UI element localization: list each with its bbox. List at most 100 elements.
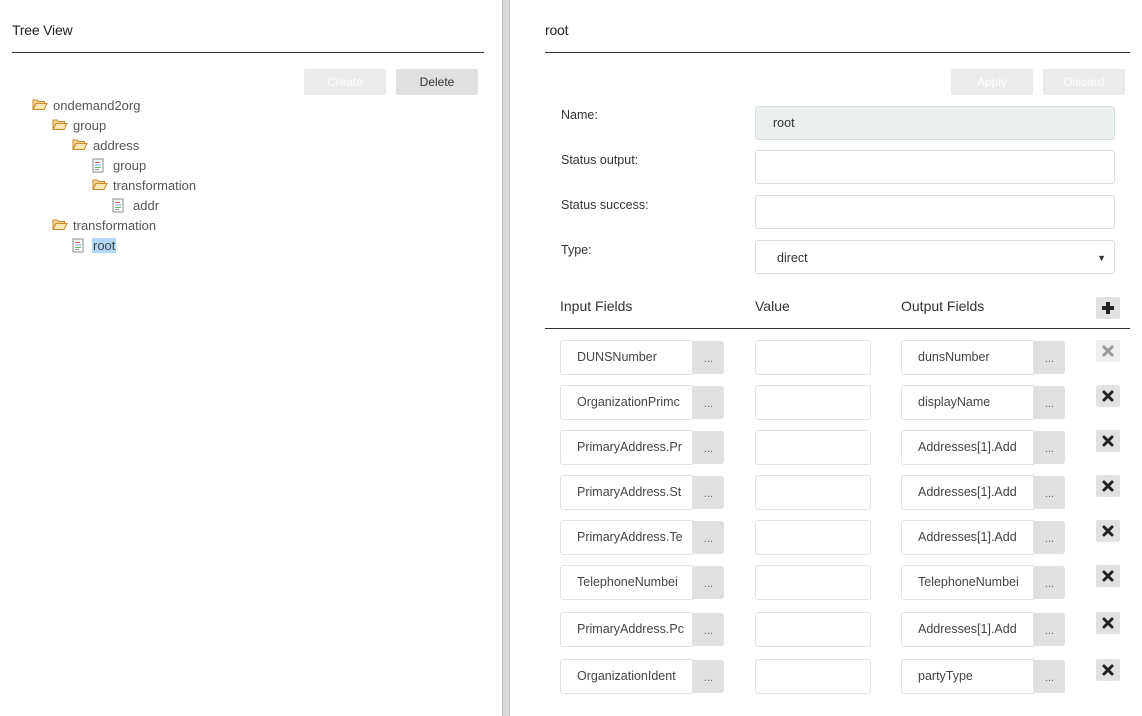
tree-node-label: transformation bbox=[73, 217, 157, 233]
output-field-browse-button[interactable]: ... bbox=[1034, 613, 1065, 646]
output-field-browse-button[interactable]: ... bbox=[1034, 521, 1065, 554]
delete-row-button[interactable] bbox=[1096, 430, 1120, 452]
value-field[interactable] bbox=[755, 385, 871, 420]
output-field-browse-button[interactable]: ... bbox=[1034, 341, 1065, 374]
input-field[interactable]: PrimaryAddress.St bbox=[560, 475, 693, 510]
tree-node-label: group bbox=[73, 117, 107, 133]
folder-open-icon bbox=[32, 98, 48, 112]
tree-node-label: root bbox=[92, 237, 117, 253]
field-mapping-row: PrimaryAddress.Pc... Addresses[1].Add... bbox=[510, 612, 1142, 647]
input-field[interactable]: PrimaryAddress.Pc bbox=[560, 612, 693, 647]
value-field[interactable] bbox=[755, 430, 871, 465]
value-field[interactable] bbox=[755, 612, 871, 647]
input-field[interactable]: PrimaryAddress.Te bbox=[560, 520, 693, 555]
output-field-browse-button[interactable]: ... bbox=[1034, 476, 1065, 509]
output-field[interactable]: Addresses[1].Add bbox=[901, 612, 1034, 647]
name-field[interactable]: root bbox=[755, 106, 1115, 140]
field-mapping-row: PrimaryAddress.Te... Addresses[1].Add... bbox=[510, 520, 1142, 555]
tree-node-document[interactable]: group bbox=[92, 156, 147, 174]
tree-node-document[interactable]: addr bbox=[112, 196, 160, 214]
folder-open-icon bbox=[52, 218, 68, 232]
field-mapping-row: PrimaryAddress.St... Addresses[1].Add... bbox=[510, 475, 1142, 510]
input-field-browse-button[interactable]: ... bbox=[693, 521, 724, 554]
input-field-browse-button[interactable]: ... bbox=[693, 476, 724, 509]
close-icon bbox=[1102, 345, 1114, 357]
input-field[interactable]: DUNSNumber bbox=[560, 340, 693, 375]
field-mapping-row: TelephoneNumbei... TelephoneNumbei... bbox=[510, 565, 1142, 600]
input-field-browse-button[interactable]: ... bbox=[693, 386, 724, 419]
status-output-field[interactable] bbox=[755, 150, 1115, 184]
tree-node-label: ondemand2org bbox=[53, 97, 141, 113]
tree-node-folder[interactable]: transformation bbox=[92, 176, 197, 194]
apply-button[interactable]: Apply bbox=[951, 69, 1033, 95]
type-select[interactable]: direct ▼ bbox=[755, 240, 1115, 274]
tree-node-label: addr bbox=[133, 197, 160, 213]
type-label: Type: bbox=[561, 243, 592, 257]
delete-button[interactable]: Delete bbox=[396, 69, 478, 95]
document-icon bbox=[92, 158, 108, 173]
delete-row-button[interactable] bbox=[1096, 340, 1120, 362]
output-field[interactable]: partyType bbox=[901, 659, 1034, 694]
value-field[interactable] bbox=[755, 659, 871, 694]
panel-splitter[interactable] bbox=[502, 0, 510, 716]
output-field-browse-button[interactable]: ... bbox=[1034, 660, 1065, 693]
output-field[interactable]: TelephoneNumbei bbox=[901, 565, 1034, 600]
folder-open-icon bbox=[52, 118, 68, 132]
output-field-browse-button[interactable]: ... bbox=[1034, 566, 1065, 599]
value-field[interactable] bbox=[755, 475, 871, 510]
output-field[interactable]: displayName bbox=[901, 385, 1034, 420]
value-field[interactable] bbox=[755, 565, 871, 600]
tree-node-folder[interactable]: group bbox=[52, 116, 107, 134]
delete-row-button[interactable] bbox=[1096, 385, 1120, 407]
status-success-label: Status success: bbox=[561, 198, 649, 212]
output-field-browse-button[interactable]: ... bbox=[1034, 431, 1065, 464]
tree-node-label: transformation bbox=[113, 177, 197, 193]
output-field[interactable]: Addresses[1].Add bbox=[901, 430, 1034, 465]
delete-row-button[interactable] bbox=[1096, 612, 1120, 634]
value-header: Value bbox=[755, 298, 790, 314]
field-mapping-row: PrimaryAddress.Pr... Addresses[1].Add... bbox=[510, 430, 1142, 465]
input-field-browse-button[interactable]: ... bbox=[693, 431, 724, 464]
input-field-browse-button[interactable]: ... bbox=[693, 341, 724, 374]
input-field[interactable]: OrganizationIdent bbox=[560, 659, 693, 694]
document-icon bbox=[112, 198, 128, 213]
delete-row-button[interactable] bbox=[1096, 659, 1120, 681]
delete-row-button[interactable] bbox=[1096, 475, 1120, 497]
input-field[interactable]: OrganizationPrimc bbox=[560, 385, 693, 420]
close-icon bbox=[1102, 435, 1114, 447]
close-icon bbox=[1102, 617, 1114, 629]
close-icon bbox=[1102, 480, 1114, 492]
close-icon bbox=[1102, 664, 1114, 676]
add-field-button[interactable] bbox=[1096, 297, 1120, 319]
input-field-browse-button[interactable]: ... bbox=[693, 660, 724, 693]
tree-node-folder[interactable]: transformation bbox=[52, 216, 157, 234]
status-success-field[interactable] bbox=[755, 195, 1115, 229]
folder-open-icon bbox=[92, 178, 108, 192]
table-divider bbox=[545, 328, 1130, 329]
tree-node-label: group bbox=[113, 157, 147, 173]
value-field[interactable] bbox=[755, 520, 871, 555]
output-fields-header: Output Fields bbox=[901, 298, 985, 314]
close-icon bbox=[1102, 390, 1114, 402]
create-button[interactable]: Create bbox=[304, 69, 386, 95]
tree-node-document[interactable]: root bbox=[72, 236, 117, 254]
tree-node-folder[interactable]: address bbox=[72, 136, 140, 154]
delete-row-button[interactable] bbox=[1096, 520, 1120, 542]
input-field-browse-button[interactable]: ... bbox=[693, 566, 724, 599]
input-field[interactable]: TelephoneNumbei bbox=[560, 565, 693, 600]
output-field[interactable]: Addresses[1].Add bbox=[901, 475, 1034, 510]
output-field[interactable]: Addresses[1].Add bbox=[901, 520, 1034, 555]
value-field[interactable] bbox=[755, 340, 871, 375]
tree-node-folder[interactable]: ondemand2org bbox=[32, 96, 141, 114]
field-mapping-row: DUNSNumber... dunsNumber... bbox=[510, 340, 1142, 375]
output-field[interactable]: dunsNumber bbox=[901, 340, 1034, 375]
properties-divider bbox=[545, 52, 1130, 53]
delete-row-button[interactable] bbox=[1096, 565, 1120, 587]
tree-view-panel: Tree View Create Delete ondemand2org grou… bbox=[0, 0, 502, 716]
discard-button[interactable]: Discard bbox=[1043, 69, 1125, 95]
chevron-down-icon: ▼ bbox=[1097, 253, 1106, 263]
output-field-browse-button[interactable]: ... bbox=[1034, 386, 1065, 419]
input-field[interactable]: PrimaryAddress.Pr bbox=[560, 430, 693, 465]
input-field-browse-button[interactable]: ... bbox=[693, 613, 724, 646]
type-select-value: direct bbox=[777, 251, 808, 265]
